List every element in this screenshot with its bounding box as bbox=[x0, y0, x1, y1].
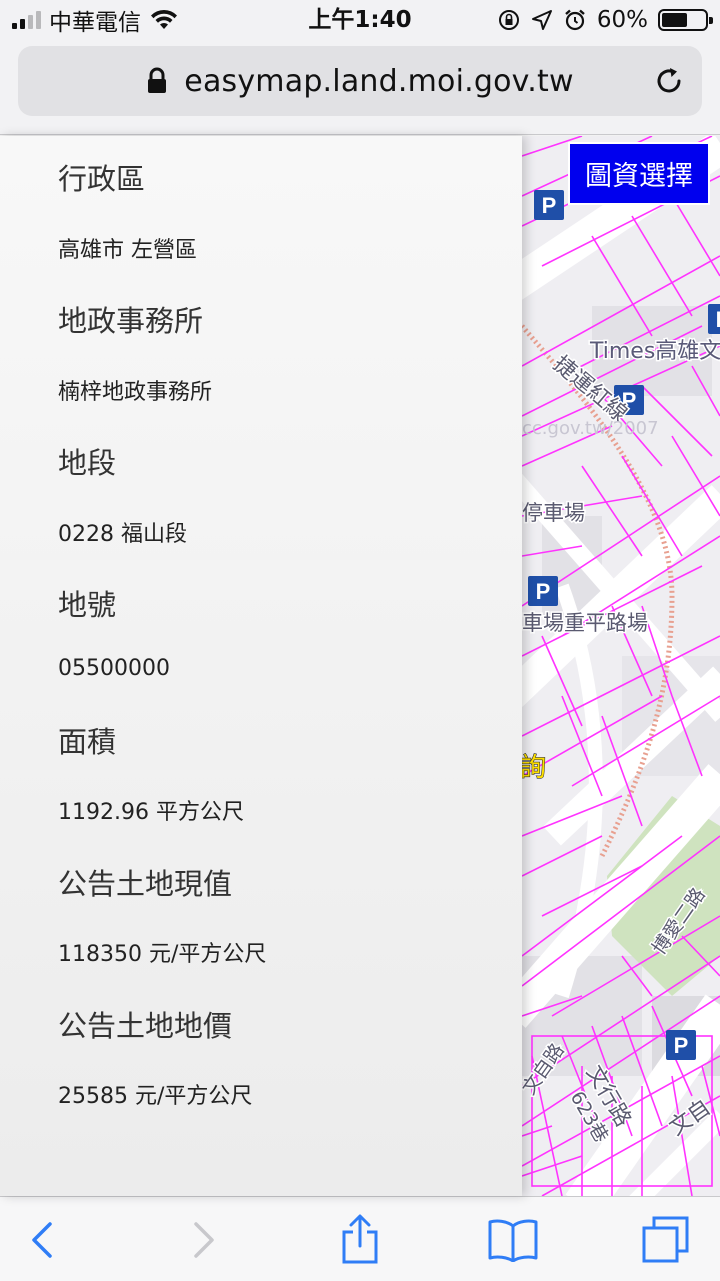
wifi-icon bbox=[151, 9, 177, 29]
map-label-times: Times高雄文 bbox=[589, 339, 720, 364]
alarm-icon bbox=[565, 9, 585, 31]
field-label: 地號 bbox=[58, 588, 117, 622]
field-lot-number-value-wrap: 05500000 bbox=[58, 656, 170, 681]
field-area: 面積 bbox=[58, 719, 116, 761]
field-label: 地政事務所 bbox=[58, 304, 204, 338]
share-icon bbox=[342, 1214, 378, 1263]
layer-select-button[interactable]: 圖資選擇 bbox=[568, 142, 710, 205]
battery-percent: 60% bbox=[596, 7, 648, 33]
bookmarks-button[interactable] bbox=[473, 1197, 553, 1281]
field-area-value-wrap: 1192.96 平方公尺 bbox=[58, 794, 244, 826]
field-section-value-wrap: 0228 福山段 bbox=[58, 516, 187, 548]
field-label: 地段 bbox=[58, 446, 117, 480]
field-label: 面積 bbox=[58, 725, 117, 759]
battery-level bbox=[662, 13, 688, 27]
back-icon bbox=[32, 1221, 52, 1258]
field-value: 118350 元/平方公尺 bbox=[58, 942, 267, 967]
field-district-value-wrap: 高雄市 左營區 bbox=[58, 232, 197, 264]
reload-icon[interactable] bbox=[652, 64, 686, 98]
field-value: 0228 福山段 bbox=[58, 522, 187, 547]
field-label: 公告土地地價 bbox=[58, 1009, 233, 1043]
battery-icon bbox=[658, 9, 713, 31]
browser-address-area: easymap.land.moi.gov.tw bbox=[0, 40, 720, 135]
field-section: 地段 bbox=[58, 440, 116, 482]
field-present-value: 公告土地現值 bbox=[58, 861, 232, 903]
field-present-value-value-wrap: 118350 元/平方公尺 bbox=[58, 936, 266, 968]
orientation-lock-icon bbox=[498, 10, 519, 30]
map-view[interactable]: P P P P P Times高雄文 捷運紅線 cc.gov.tw/2007 停… bbox=[522, 136, 720, 1196]
field-land-price-value-wrap: 25585 元/平方公尺 bbox=[58, 1078, 252, 1110]
field-land-office-value-wrap: 楠梓地政事務所 bbox=[58, 374, 212, 406]
status-right: 60% bbox=[497, 5, 713, 35]
parking-sign-icon: P bbox=[534, 190, 564, 220]
forward-button[interactable] bbox=[164, 1197, 244, 1281]
bookmarks-icon bbox=[488, 1219, 538, 1262]
svg-text:P: P bbox=[716, 307, 720, 332]
field-value: 05500000 bbox=[58, 656, 170, 681]
status-left: 中華電信 bbox=[12, 5, 179, 36]
map-label-parking-2: 車場重平路場 bbox=[522, 611, 648, 635]
field-value: 楠梓地政事務所 bbox=[58, 380, 213, 405]
map-label-parking-1: 停車場 bbox=[522, 501, 585, 525]
url-text[interactable]: easymap.land.moi.gov.tw bbox=[184, 64, 573, 99]
share-button[interactable] bbox=[320, 1197, 400, 1281]
map-label-gov-url: cc.gov.tw/2007 bbox=[522, 418, 659, 439]
parking-sign-icon: P bbox=[528, 576, 558, 606]
svg-text:P: P bbox=[674, 1033, 689, 1058]
field-land-price: 公告土地地價 bbox=[58, 1003, 232, 1045]
field-value: 1192.96 平方公尺 bbox=[58, 800, 244, 825]
field-value: 高雄市 左營區 bbox=[58, 238, 197, 263]
back-button[interactable] bbox=[2, 1197, 82, 1281]
address-bar[interactable]: easymap.land.moi.gov.tw bbox=[18, 46, 702, 116]
field-value: 25585 元/平方公尺 bbox=[58, 1084, 253, 1109]
map-canvas[interactable]: P P P P P Times高雄文 捷運紅線 cc.gov.tw/2007 停… bbox=[522, 136, 720, 1196]
parcel-info-panel: 行政區 高雄市 左營區 地政事務所 楠梓地政事務所 地段 0228 福山段 地號… bbox=[0, 136, 522, 1196]
svg-text:P: P bbox=[542, 193, 557, 218]
field-lot-number: 地號 bbox=[58, 582, 116, 624]
field-label: 公告土地現值 bbox=[58, 867, 233, 901]
tabs-icon bbox=[642, 1216, 689, 1262]
svg-text:P: P bbox=[536, 579, 551, 604]
field-label: 行政區 bbox=[58, 162, 146, 196]
field-land-office: 地政事務所 bbox=[58, 298, 203, 340]
map-label-yellow: 詢 bbox=[522, 753, 546, 783]
parking-sign-icon: P bbox=[666, 1030, 696, 1060]
forward-icon bbox=[194, 1221, 214, 1258]
signal-icon bbox=[12, 11, 41, 29]
parking-sign-icon: P bbox=[708, 304, 720, 334]
field-district: 行政區 bbox=[58, 156, 145, 198]
lock-icon bbox=[148, 67, 167, 93]
status-bar: 中華電信 上午1:40 60% bbox=[0, 0, 720, 40]
location-arrow-icon bbox=[531, 10, 552, 30]
carrier-name: 中華電信 bbox=[49, 10, 141, 36]
tabs-button[interactable] bbox=[626, 1197, 706, 1281]
browser-toolbar bbox=[0, 1196, 720, 1281]
